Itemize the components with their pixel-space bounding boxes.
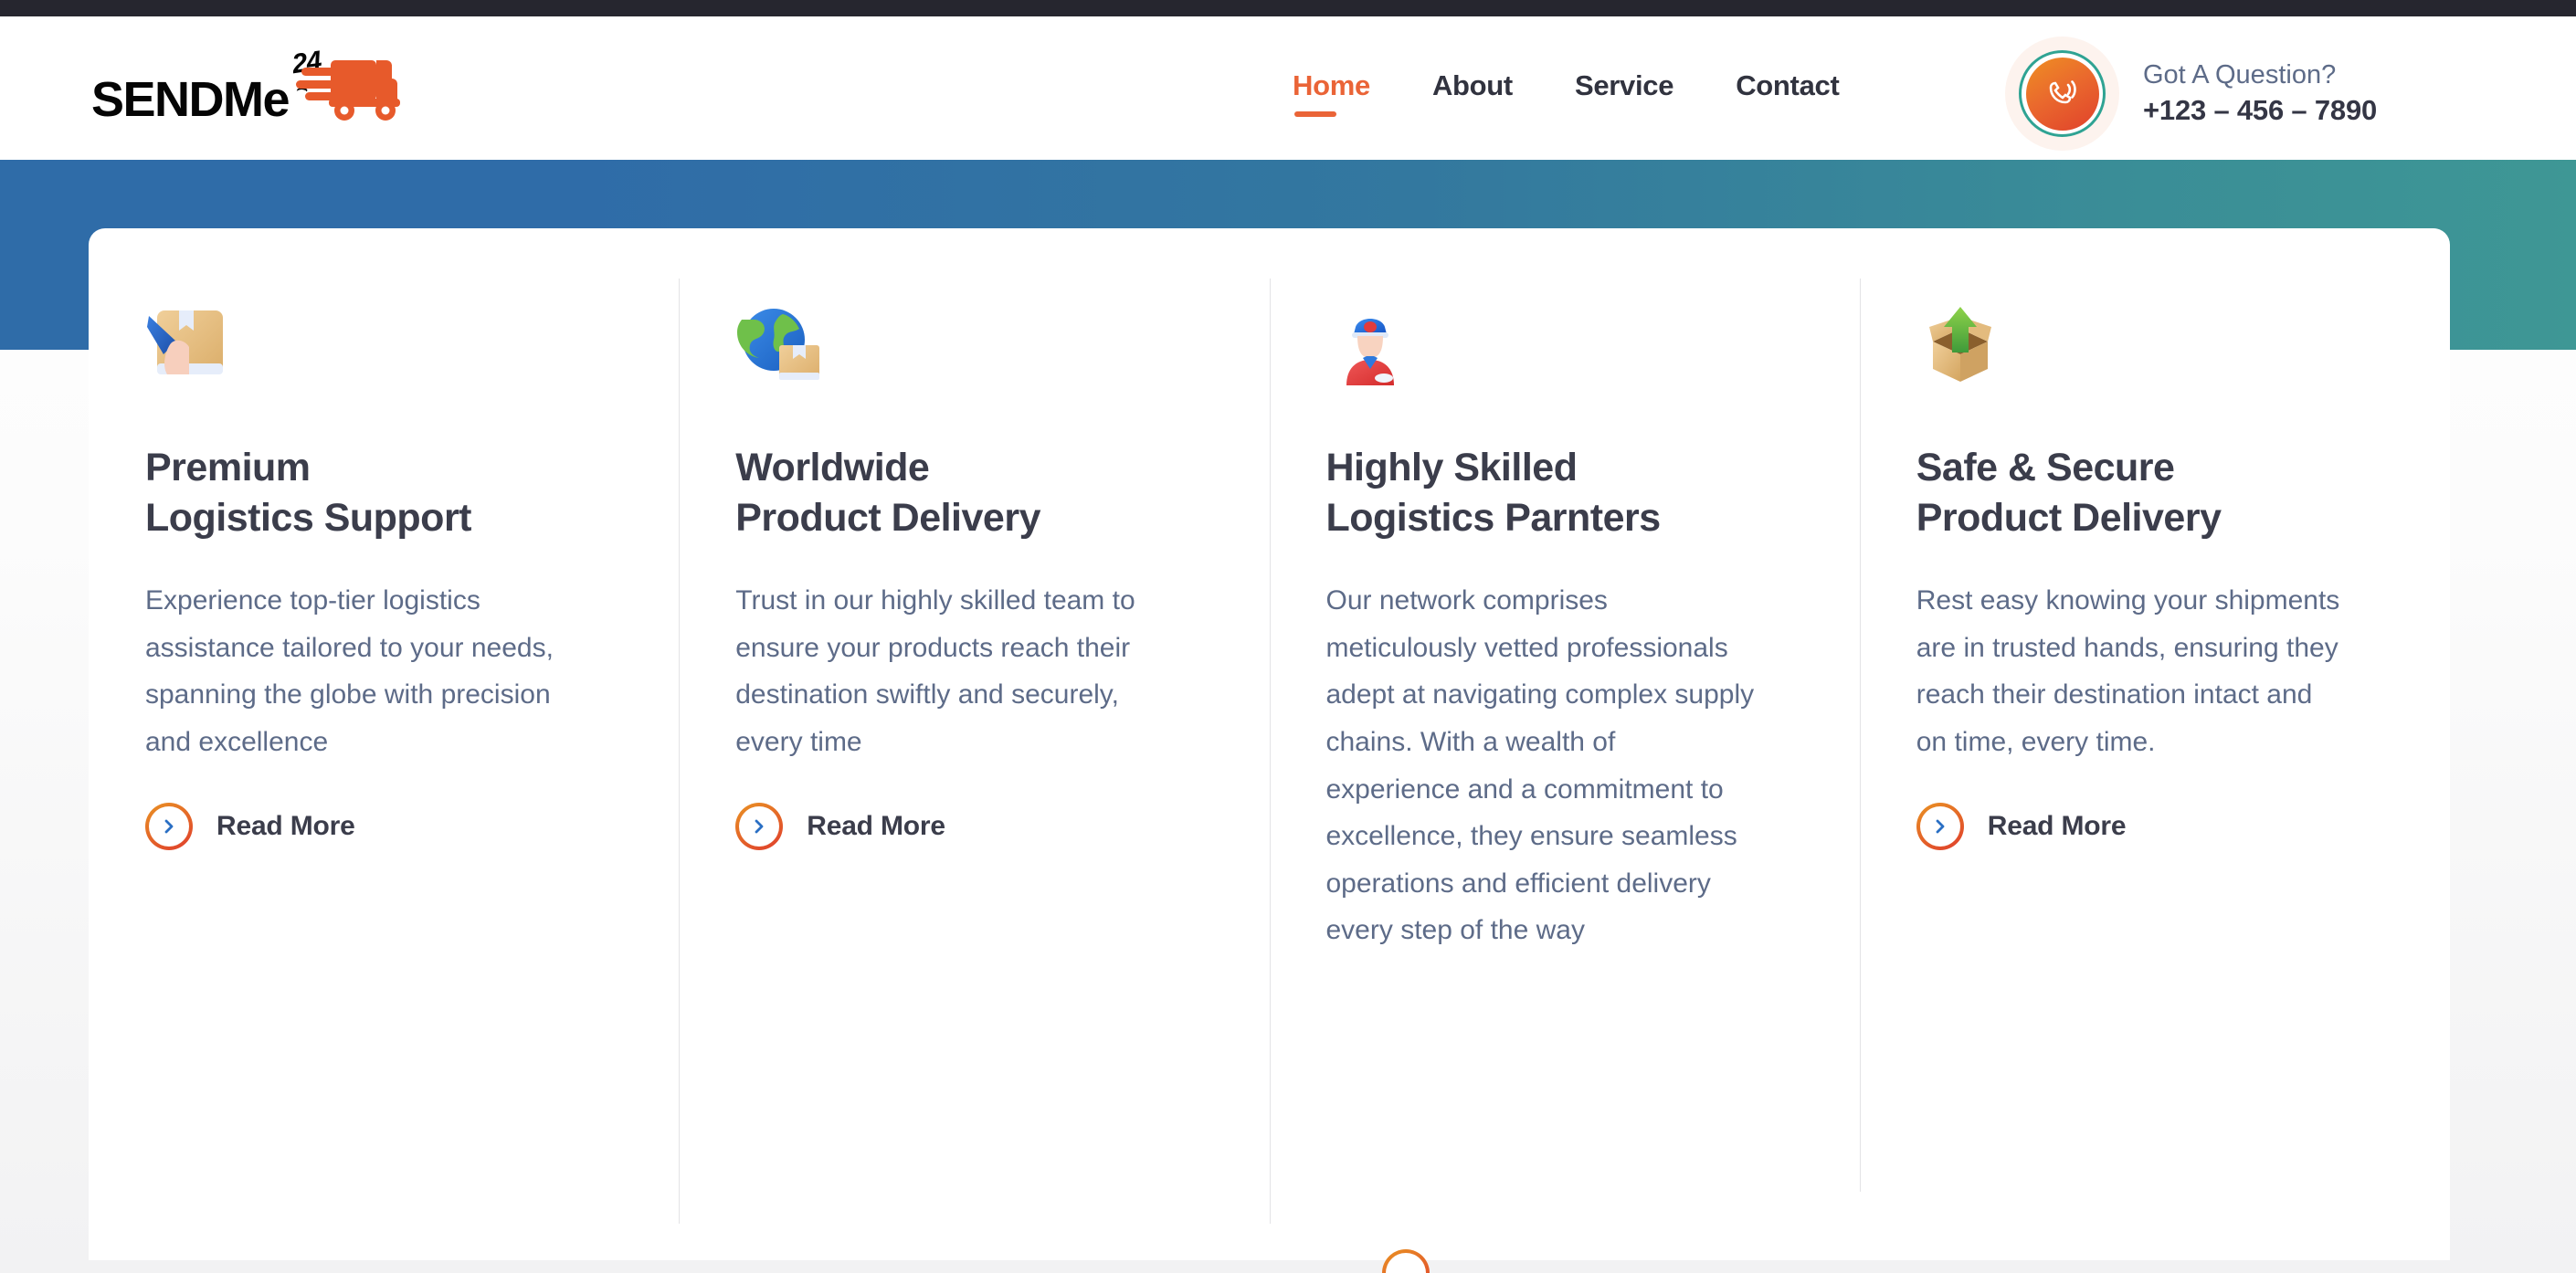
features-card: Premium Logistics Support Experience top… [89, 228, 2450, 1260]
read-more-label: Read More [1987, 810, 2127, 841]
phone-icon-ring [2019, 50, 2106, 137]
feature-column-highly-skilled-logistics-parnters: Highly Skilled Logistics Parnters Our ne… [1269, 228, 1860, 1260]
browser-chrome-bar [0, 0, 2576, 16]
globe-package-icon [735, 301, 823, 385]
phone-ringing-icon[interactable] [2025, 57, 2099, 131]
feature-body: Rest easy knowing your shipments are in … [1916, 585, 2340, 757]
delivery-truck-icon [296, 57, 415, 122]
read-more-label: Read More [216, 810, 355, 841]
features-columns: Premium Logistics Support Experience top… [89, 228, 2450, 1260]
feature-column-worldwide-product-delivery: Worldwide Product Delivery Trust in our … [679, 228, 1269, 1260]
read-more-button[interactable]: Read More [145, 802, 622, 850]
header-contact-block[interactable]: Got A Question? +123 – 456 – 7890 [2005, 37, 2377, 151]
feature-title: Highly Skilled Logistics Parnters [1325, 446, 1662, 540]
feature-body: Experience top-tier logistics assistance… [145, 585, 554, 757]
feature-body: Trust in our highly skilled team to ensu… [735, 585, 1135, 757]
brand-name: SENDMe 24⌢ [91, 46, 322, 127]
box-cutter-hand-icon [145, 301, 233, 385]
feature-body: Our network comprises meticulously vette… [1325, 585, 1755, 946]
contact-text-block: Got A Question? +123 – 456 – 7890 [2143, 60, 2377, 126]
contact-phone-number[interactable]: +123 – 456 – 7890 [2143, 94, 2377, 127]
feature-column-safe-secure-product-delivery: Safe & Secure Product Delivery Rest easy… [1859, 228, 2450, 1260]
read-more-label: Read More [807, 810, 945, 841]
main-navigation: Home About Service Contact [1293, 69, 1840, 117]
nav-item-contact[interactable]: Contact [1736, 69, 1840, 117]
read-more-button[interactable]: Read More [735, 802, 1212, 850]
feature-column-premium-logistics-support: Premium Logistics Support Experience top… [89, 228, 679, 1260]
open-box-arrow-up-icon [1916, 301, 2004, 385]
site-header: SENDMe 24⌢ Home About Service Contact [0, 16, 2576, 160]
feature-title: Premium Logistics Support [145, 446, 472, 540]
nav-item-service[interactable]: Service [1575, 69, 1674, 117]
feature-title: Safe & Secure Product Delivery [1916, 446, 2222, 540]
nav-item-home[interactable]: Home [1293, 69, 1370, 117]
read-more-button[interactable]: Read More [1916, 802, 2393, 850]
chevron-right-icon [1916, 802, 1964, 850]
chevron-right-icon [735, 802, 784, 850]
contact-question-label: Got A Question? [2143, 60, 2337, 90]
feature-title: Worldwide Product Delivery [735, 446, 1040, 540]
brand-name-text: SENDMe [91, 72, 290, 127]
chevron-right-icon [145, 802, 193, 850]
brand-logo[interactable]: SENDMe 24⌢ [91, 46, 415, 127]
delivery-person-icon [1326, 301, 1414, 385]
phone-icon-halo [2005, 37, 2119, 151]
nav-item-about[interactable]: About [1432, 69, 1513, 117]
